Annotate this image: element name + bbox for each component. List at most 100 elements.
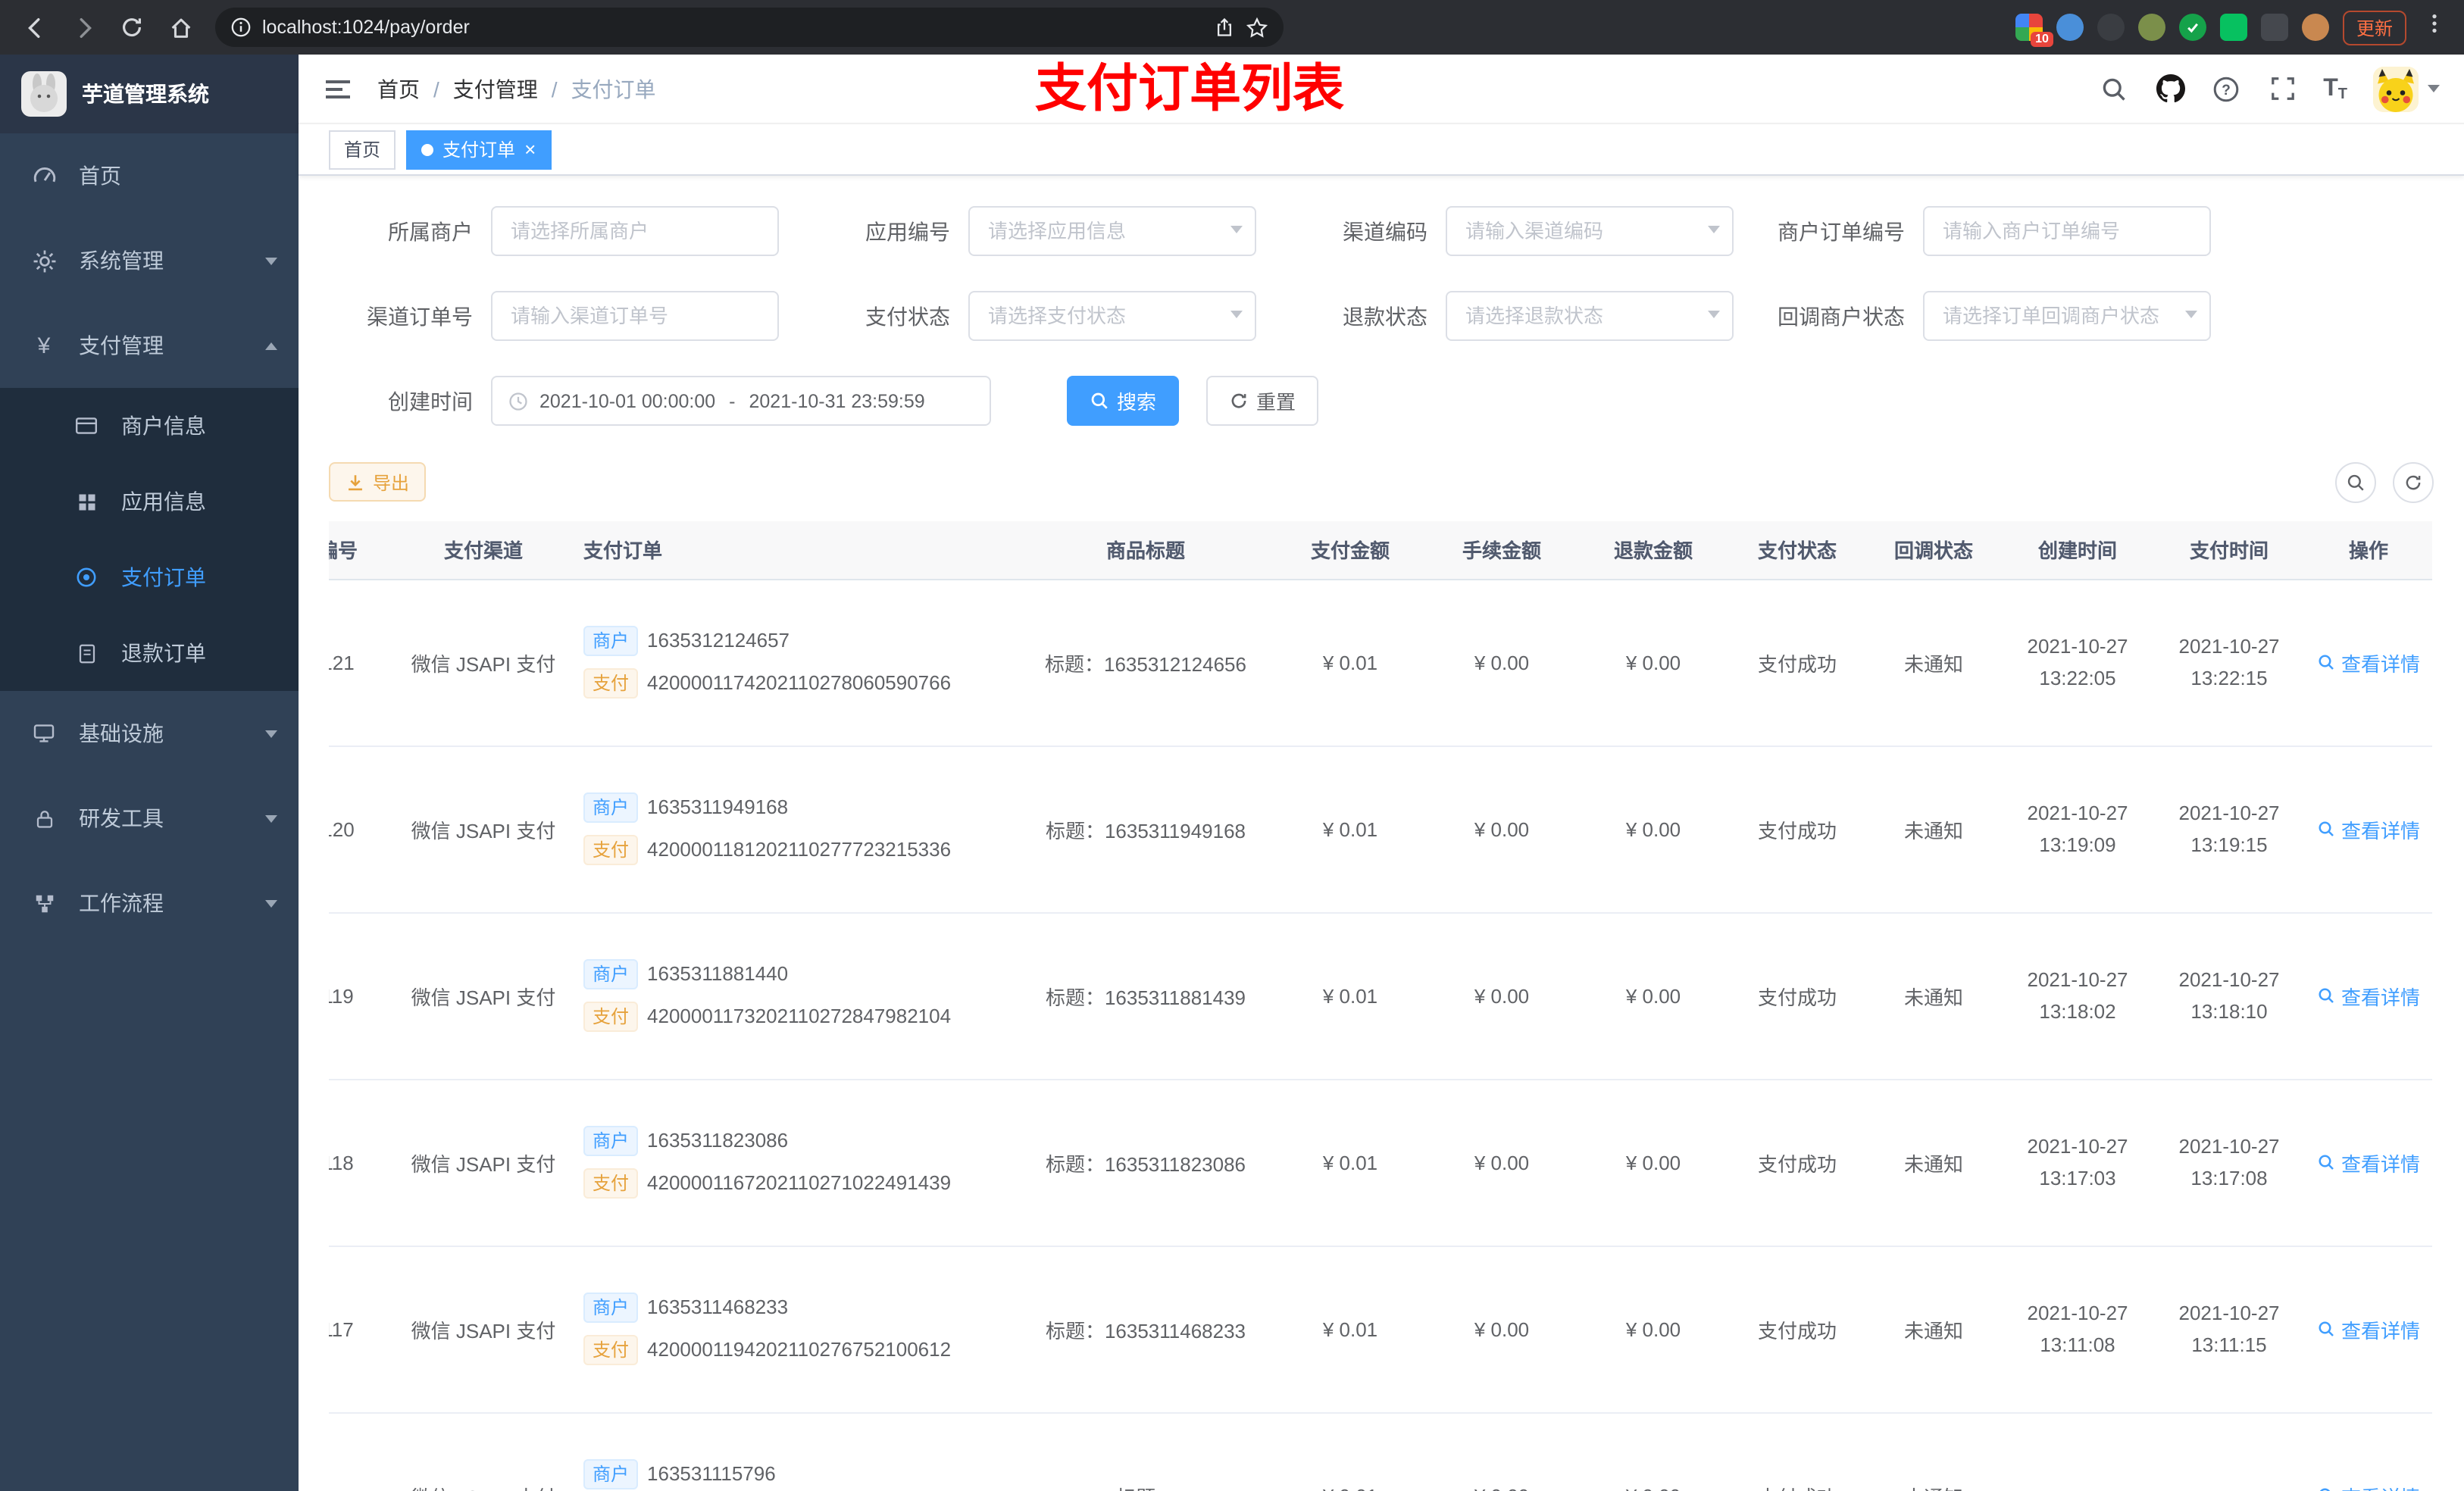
view-detail-link[interactable]: 查看详情 — [2317, 814, 2420, 843]
search-button[interactable]: 搜索 — [1067, 376, 1180, 426]
cell-create-time: 2021-10-27 13:11:08 — [2002, 1246, 2153, 1413]
search-icon — [2319, 988, 2334, 1003]
sidebar-item-system[interactable]: 系统管理 — [0, 218, 299, 303]
merchant-input[interactable] — [491, 206, 779, 256]
cell-refund: ¥ 0.00 — [1578, 746, 1729, 913]
filter-refund-status: 退款状态 — [1284, 291, 1734, 341]
merchant-order-no: 1635312124657 — [647, 629, 790, 652]
gear-icon — [30, 247, 58, 274]
cell-title: 标题：1635311468233 — [1017, 1246, 1274, 1413]
tab-close-icon[interactable]: × — [524, 139, 536, 159]
hamburger-icon[interactable] — [323, 72, 356, 105]
chevron-down-icon — [265, 814, 277, 822]
font-size-icon[interactable]: TT — [2323, 75, 2347, 102]
cell-order: 商户 1635311468233 支付 42000011942021102767… — [568, 1246, 1017, 1413]
extension-colorful-icon[interactable]: 10 — [2015, 14, 2053, 47]
cell-create-time: 2021-10-27 13:22:05 — [2002, 579, 2153, 746]
refresh-icon — [1231, 393, 1246, 408]
extension-monkey-icon[interactable] — [2301, 14, 2329, 41]
sidebar-item-payment[interactable]: ¥ 支付管理 — [0, 303, 299, 388]
cell-notify: 未通知 — [1865, 1079, 2002, 1246]
cell-amount: ¥ 0.01 — [1274, 746, 1426, 913]
breadcrumb-pay-manage[interactable]: 支付管理 — [453, 73, 538, 104]
share-icon[interactable] — [1214, 17, 1235, 38]
cell-status: 支付成功 — [1729, 1412, 1865, 1491]
url-text[interactable]: localhost:1024/pay/order — [262, 17, 1203, 38]
export-button[interactable]: 导出 — [329, 462, 427, 502]
view-detail-link[interactable]: 查看详情 — [2317, 648, 2420, 677]
update-button[interactable]: 更新 — [2342, 10, 2406, 45]
view-detail-link[interactable]: 查看详情 — [2317, 1314, 2420, 1343]
document-icon — [73, 639, 100, 667]
sidebar-item-home[interactable]: 首页 — [0, 133, 299, 218]
cell-channel: 微信 JSAPI 支付 — [399, 746, 568, 913]
browser-menu-icon[interactable] — [2420, 12, 2449, 42]
grid-icon — [73, 488, 100, 515]
extension-olive-icon[interactable] — [2137, 14, 2165, 41]
breadcrumb-home[interactable]: 首页 — [377, 73, 420, 104]
page-title-annotation: 支付订单列表 — [1035, 61, 1344, 118]
refresh-table-button[interactable] — [2393, 461, 2434, 502]
user-menu[interactable] — [2373, 66, 2440, 111]
channel-order-no-input[interactable] — [491, 291, 779, 341]
browser-home-button[interactable] — [161, 8, 200, 47]
merchant-order-no-input[interactable] — [1923, 206, 2211, 256]
filter-create-time: 创建时间 2021-10-01 00:00:00 - 2021-10-31 23… — [329, 376, 991, 426]
chevron-up-icon — [265, 342, 277, 349]
dashboard-icon — [30, 162, 58, 189]
payment-submenu: 商户信息 应用信息 支付订单 退款订单 — [0, 388, 299, 691]
filter-channel-order-no: 渠道订单号 — [329, 291, 779, 341]
cell-fee: ¥ 0.00 — [1426, 746, 1578, 913]
info-icon[interactable] — [230, 17, 252, 38]
reset-button[interactable]: 重置 — [1206, 376, 1319, 426]
search-icon[interactable] — [2099, 73, 2129, 104]
column-header-channel: 支付渠道 — [399, 521, 568, 580]
browser-refresh-button[interactable] — [112, 8, 152, 47]
sidebar-item-devtools[interactable]: 研发工具 — [0, 776, 299, 861]
extension-blue-icon[interactable] — [2056, 14, 2084, 41]
table-row: 117 微信 JSAPI 支付 商户 1635311468233 支付 4200… — [329, 1246, 2432, 1413]
cell-pay-time: 2021-10-27 13:22:15 — [2153, 579, 2305, 746]
sidebar-item-app-info[interactable]: 应用信息 — [0, 464, 299, 539]
view-detail-link[interactable]: 查看详情 — [2317, 1148, 2420, 1177]
sidebar-item-workflow[interactable]: 工作流程 — [0, 861, 299, 946]
channel-code-select[interactable] — [1446, 206, 1734, 256]
filter-label: 应用编号 — [865, 219, 950, 243]
help-icon[interactable]: ? — [2211, 73, 2241, 104]
avatar[interactable] — [2373, 66, 2419, 111]
extension-pin-icon[interactable] — [2260, 14, 2288, 41]
toggle-search-button[interactable] — [2335, 461, 2376, 502]
extension-wechat-icon[interactable] — [2219, 14, 2247, 41]
bookmark-star-icon[interactable] — [1246, 16, 1268, 39]
create-time-range-picker[interactable]: 2021-10-01 00:00:00 - 2021-10-31 23:59:5… — [491, 376, 991, 426]
cell-order: 商户 1635312124657 支付 42000011742021102780… — [568, 579, 1017, 746]
cell-id: 117 — [329, 1246, 399, 1413]
refund-status-select[interactable] — [1446, 291, 1734, 341]
view-detail-link[interactable]: 查看详情 — [2317, 981, 2420, 1010]
app-id-select[interactable] — [968, 206, 1256, 256]
cell-refund: ¥ 0.00 — [1578, 1079, 1729, 1246]
fullscreen-icon[interactable] — [2267, 73, 2297, 104]
tab-pay-order[interactable]: 支付订单 × — [406, 130, 552, 169]
merchant-order-no: 1635311949168 — [647, 796, 789, 818]
chevron-down-icon — [2428, 85, 2440, 92]
extension-dark-icon[interactable] — [2097, 14, 2125, 41]
notify-status-select[interactable] — [1923, 291, 2211, 341]
sidebar-item-refund-order[interactable]: 退款订单 — [0, 615, 299, 691]
merchant-tag: 商户 — [583, 1293, 639, 1323]
view-detail-link[interactable]: 查看详情 — [2317, 1481, 2420, 1491]
pay-status-select[interactable] — [968, 291, 1256, 341]
sidebar-item-merchant-info[interactable]: 商户信息 — [0, 388, 299, 464]
browser-forward-button[interactable] — [64, 8, 103, 47]
sidebar-item-infra[interactable]: 基础设施 — [0, 691, 299, 776]
logo: 芋道管理系统 — [0, 55, 299, 133]
sidebar-item-pay-order[interactable]: 支付订单 — [0, 539, 299, 615]
tab-home[interactable]: 首页 — [329, 130, 396, 169]
cell-id: 119 — [329, 912, 399, 1080]
extension-green-check-icon[interactable] — [2178, 14, 2206, 41]
github-icon[interactable] — [2155, 73, 2185, 104]
url-bar[interactable]: localhost:1024/pay/order — [215, 8, 1284, 47]
cell-refund: ¥ 0.00 — [1578, 1412, 1729, 1491]
browser-back-button[interactable] — [15, 8, 55, 47]
column-header-create-time: 创建时间 — [2002, 521, 2153, 580]
